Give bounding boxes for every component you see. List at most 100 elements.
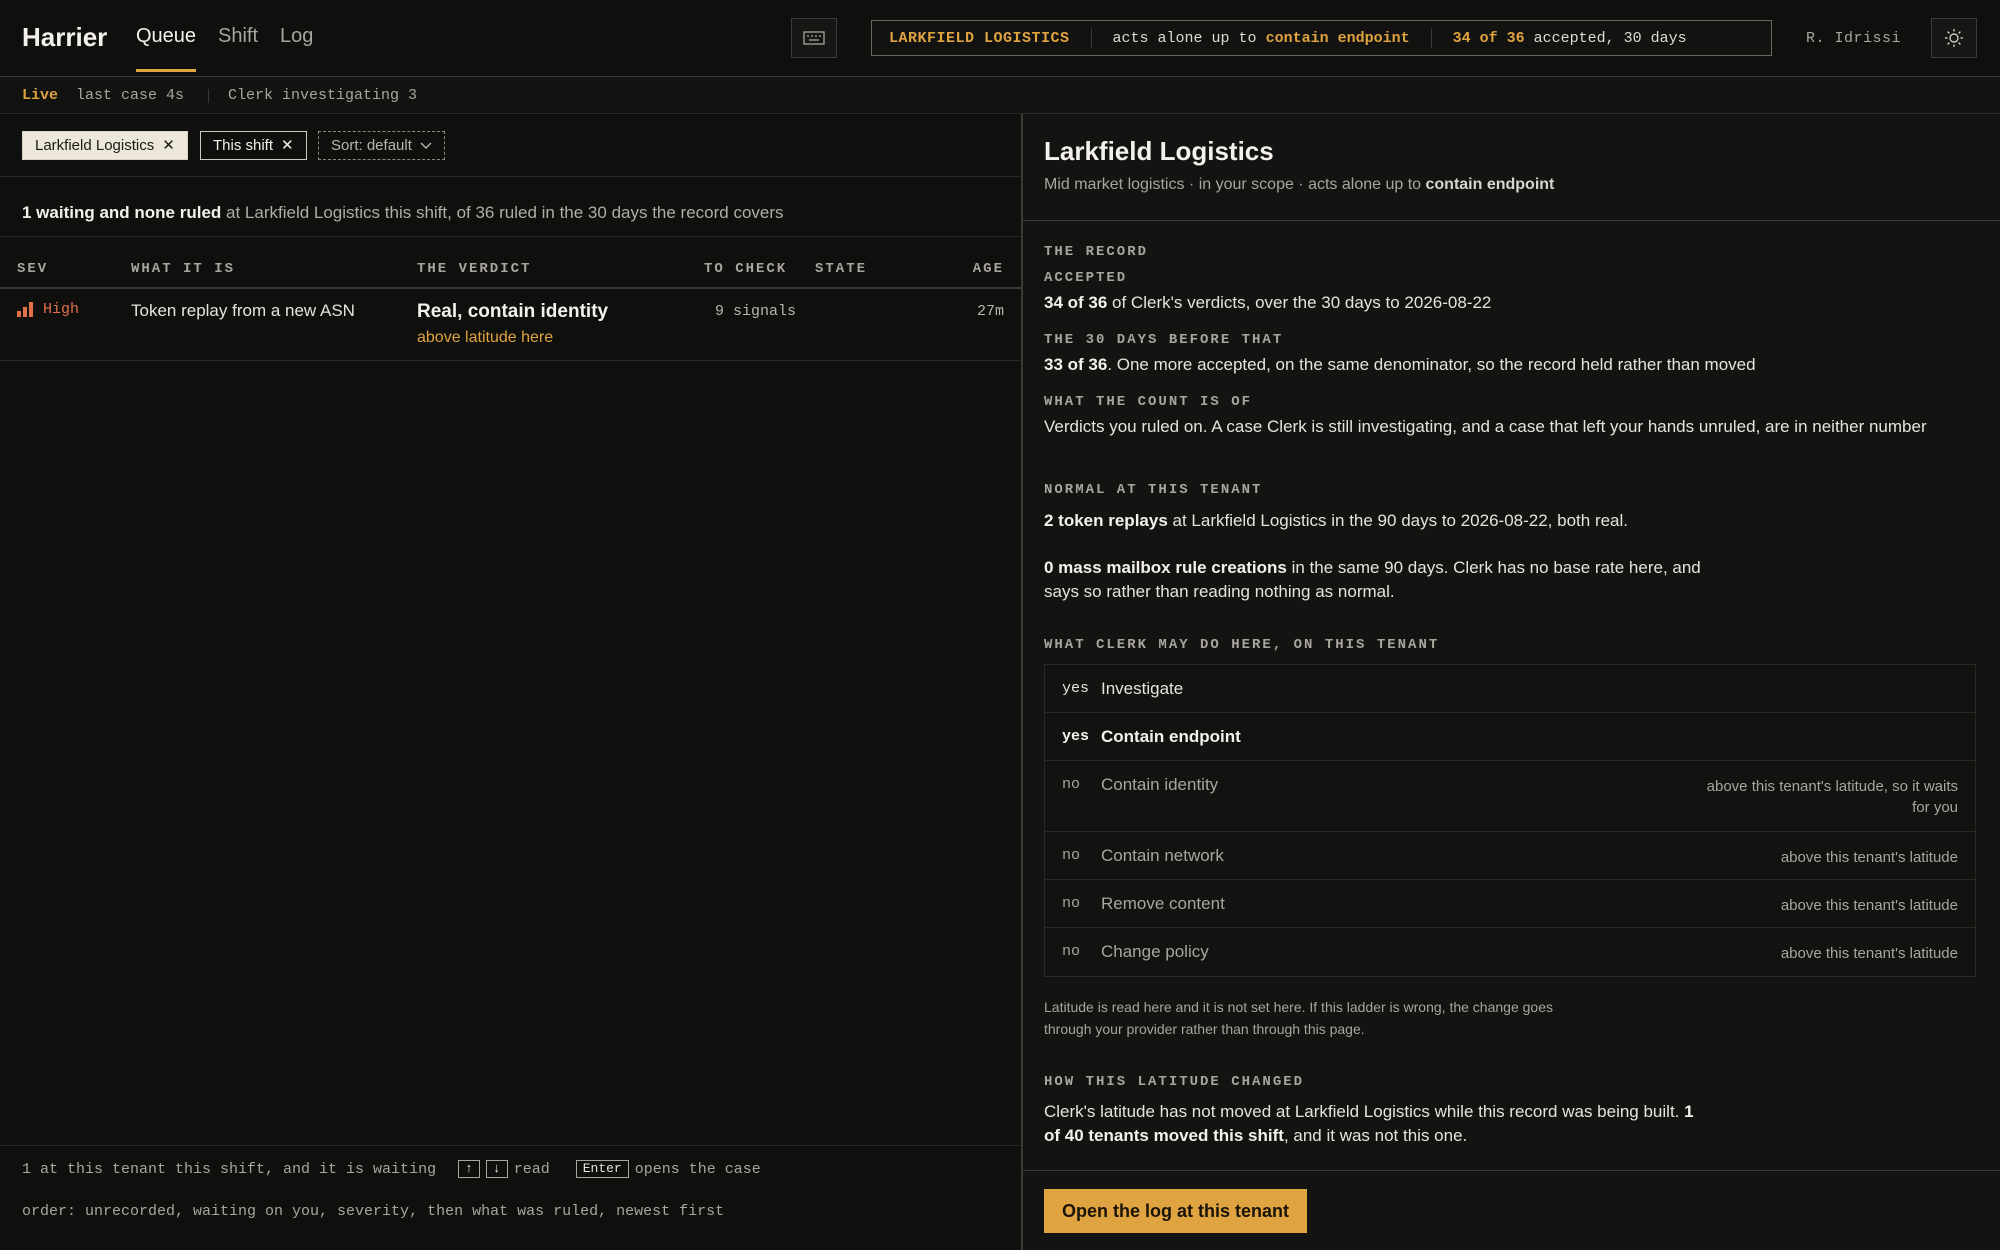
ladder-action: Investigate [1101, 679, 1184, 698]
ladder-action: Contain network [1101, 846, 1224, 865]
summary-rest: at Larkfield Logistics this shift, of 36… [221, 203, 784, 222]
ladder-allowed: no [1062, 895, 1081, 912]
top-bar: Harrier Queue Shift Log LARKFIELD LOGIST… [0, 0, 2000, 77]
table-row[interactable]: High Token replay from a new ASN Real, c… [0, 289, 1021, 361]
severity-bars-icon [17, 302, 33, 317]
changed-b: , and it was not this one. [1283, 1126, 1468, 1145]
ladder-action: Contain endpoint [1101, 727, 1241, 746]
divider [1023, 220, 2000, 221]
filter-chip-shift[interactable]: This shift ✕ [200, 131, 307, 160]
normal-label: NORMAL AT THIS TENANT [1044, 482, 1263, 498]
read-hint: read [513, 1160, 550, 1178]
col-what[interactable]: WHAT IT IS [131, 261, 235, 277]
arrow-up-key: ↑ [458, 1160, 480, 1178]
normal2-rest: in the same 90 days. Clerk has no base r… [1286, 558, 1701, 577]
ladder-reason: above this tenant's latitude [1780, 897, 1958, 914]
ladder-row: no Remove content above this tenant's la… [1045, 880, 1975, 928]
sort-dropdown[interactable]: Sort: default [318, 131, 445, 160]
ladder-action: Remove content [1101, 894, 1225, 913]
changed-bold-a: 1 [1684, 1102, 1694, 1121]
tenant-scope-box: LARKFIELD LOGISTICS acts alone up to con… [871, 20, 1772, 56]
ladder-row: no Contain identity above this tenant's … [1045, 761, 1975, 832]
scope-divider [1090, 28, 1092, 48]
col-sev[interactable]: SEV [17, 261, 48, 277]
changed-bold-b: of 40 tenants moved this shift [1044, 1126, 1284, 1145]
sun-icon [1945, 29, 1963, 47]
ladder-row: no Change policy above this tenant's lat… [1045, 928, 1975, 976]
close-icon[interactable]: ✕ [162, 138, 175, 153]
subtitle-text: Mid market logistics · in your scope · a… [1044, 176, 1426, 193]
status-divider [208, 89, 209, 103]
ladder-allowed: no [1062, 943, 1081, 960]
keyboard-icon [803, 31, 825, 45]
enter-key: Enter [575, 1160, 629, 1178]
col-state[interactable]: STATE [815, 261, 867, 277]
keyboard-hint: 1 at this tenant this shift, and it is w… [22, 1160, 761, 1178]
last-case-age: last case 4s [76, 87, 185, 104]
normal2-rest-b: says so rather than reading nothing as n… [1044, 582, 1395, 601]
normal-token-replays: 2 token replays at Larkfield Logistics i… [1044, 509, 1628, 533]
latitude-ladder: yes Investigate yes Contain endpoint no … [1044, 664, 1976, 977]
user-name[interactable]: R. Idrissi [1806, 30, 1901, 47]
latitude-note-b: through your provider rather than throug… [1044, 1021, 1365, 1037]
ladder-row: yes Investigate [1045, 665, 1975, 713]
before-rest: . One more accepted, on the same denomin… [1107, 355, 1756, 374]
open-log-button[interactable]: Open the log at this tenant [1044, 1189, 1308, 1233]
tenant-detail-panel: Larkfield Logistics Mid market logistics… [1023, 114, 2000, 1250]
col-verdict[interactable]: THE VERDICT [417, 261, 531, 277]
changed-text: Clerk's latitude has not moved at Larkfi… [1044, 1100, 1694, 1148]
filter-chip-tenant[interactable]: Larkfield Logistics ✕ [22, 131, 188, 160]
table-header: SEV WHAT IT IS THE VERDICT TO CHECK STAT… [0, 250, 1021, 289]
normal1-bold: 2 token replays [1044, 511, 1168, 530]
record-label: THE RECORD [1044, 244, 1149, 260]
ladder-reason: above this tenant's latitude, so it wait… [1706, 778, 1958, 816]
scope-tenant: LARKFIELD LOGISTICS [889, 29, 1070, 47]
tab-log[interactable]: Log [280, 25, 313, 48]
before-label: THE 30 DAYS BEFORE THAT [1044, 332, 1284, 348]
to-check-count: 9 signals [715, 303, 797, 320]
col-age[interactable]: AGE [973, 261, 1004, 277]
record-rest: of Clerk's verdicts, over the 30 days to… [1107, 293, 1492, 312]
scope-acts-prefix: acts alone up to [1112, 29, 1257, 47]
tab-shift[interactable]: Shift [218, 25, 258, 48]
record-count: 34 of 36 [1044, 293, 1108, 312]
ladder-row: no Contain network above this tenant's l… [1045, 832, 1975, 880]
latitude-note-a: Latitude is read here and it is not set … [1044, 999, 1553, 1015]
chevron-down-icon [420, 142, 432, 149]
sort-label: Sort: default [331, 137, 412, 154]
scope-record-suffix: accepted, 30 days [1533, 29, 1687, 47]
tenant-title: Larkfield Logistics [1044, 136, 1274, 166]
latitude-note: Latitude is read here and it is not set … [1044, 996, 1553, 1040]
changed-label: HOW THIS LATITUDE CHANGED [1044, 1074, 1305, 1090]
filter-chip-label: This shift [213, 137, 274, 154]
keyboard-shortcuts-button[interactable] [791, 18, 837, 58]
subtitle-level: contain endpoint [1425, 176, 1555, 193]
divider [0, 176, 1021, 177]
scope-divider [1430, 28, 1432, 48]
tab-queue[interactable]: Queue [136, 25, 197, 72]
queue-summary: 1 waiting and none ruled at Larkfield Lo… [22, 203, 784, 223]
changed-a: Clerk's latitude has not moved at Larkfi… [1044, 1102, 1685, 1121]
case-verdict: Real, contain identity [417, 301, 609, 322]
normal1-rest: at Larkfield Logistics in the 90 days to… [1167, 511, 1629, 530]
count-label: WHAT THE COUNT IS OF [1044, 394, 1253, 410]
opens-hint: opens the case [634, 1160, 761, 1178]
accepted-label: ACCEPTED [1044, 270, 1128, 286]
count-text: Verdicts you ruled on. A case Clerk is s… [1044, 417, 1927, 436]
before-count: 33 of 36 [1044, 355, 1108, 374]
queue-panel: Larkfield Logistics ✕ This shift ✕ Sort:… [0, 114, 1021, 1250]
ladder-reason: above this tenant's latitude [1780, 945, 1958, 962]
theme-toggle-button[interactable] [1931, 18, 1977, 58]
live-indicator: Live [22, 87, 59, 104]
case-age: 27m [976, 303, 1004, 320]
scope-acts-level: contain endpoint [1265, 29, 1410, 47]
ladder-action: Contain identity [1101, 775, 1219, 794]
may-do-label: WHAT CLERK MAY DO HERE, ON THIS TENANT [1044, 637, 1440, 653]
divider [1023, 1170, 2000, 1171]
col-to-check[interactable]: TO CHECK [704, 261, 787, 277]
close-icon[interactable]: ✕ [281, 138, 294, 153]
before-text: 33 of 36. One more accepted, on the same… [1044, 353, 1756, 377]
normal2-bold: 0 mass mailbox rule creations [1044, 558, 1287, 577]
verdict-note: above latitude here [417, 329, 554, 346]
summary-bold: 1 waiting and none ruled [22, 203, 222, 222]
